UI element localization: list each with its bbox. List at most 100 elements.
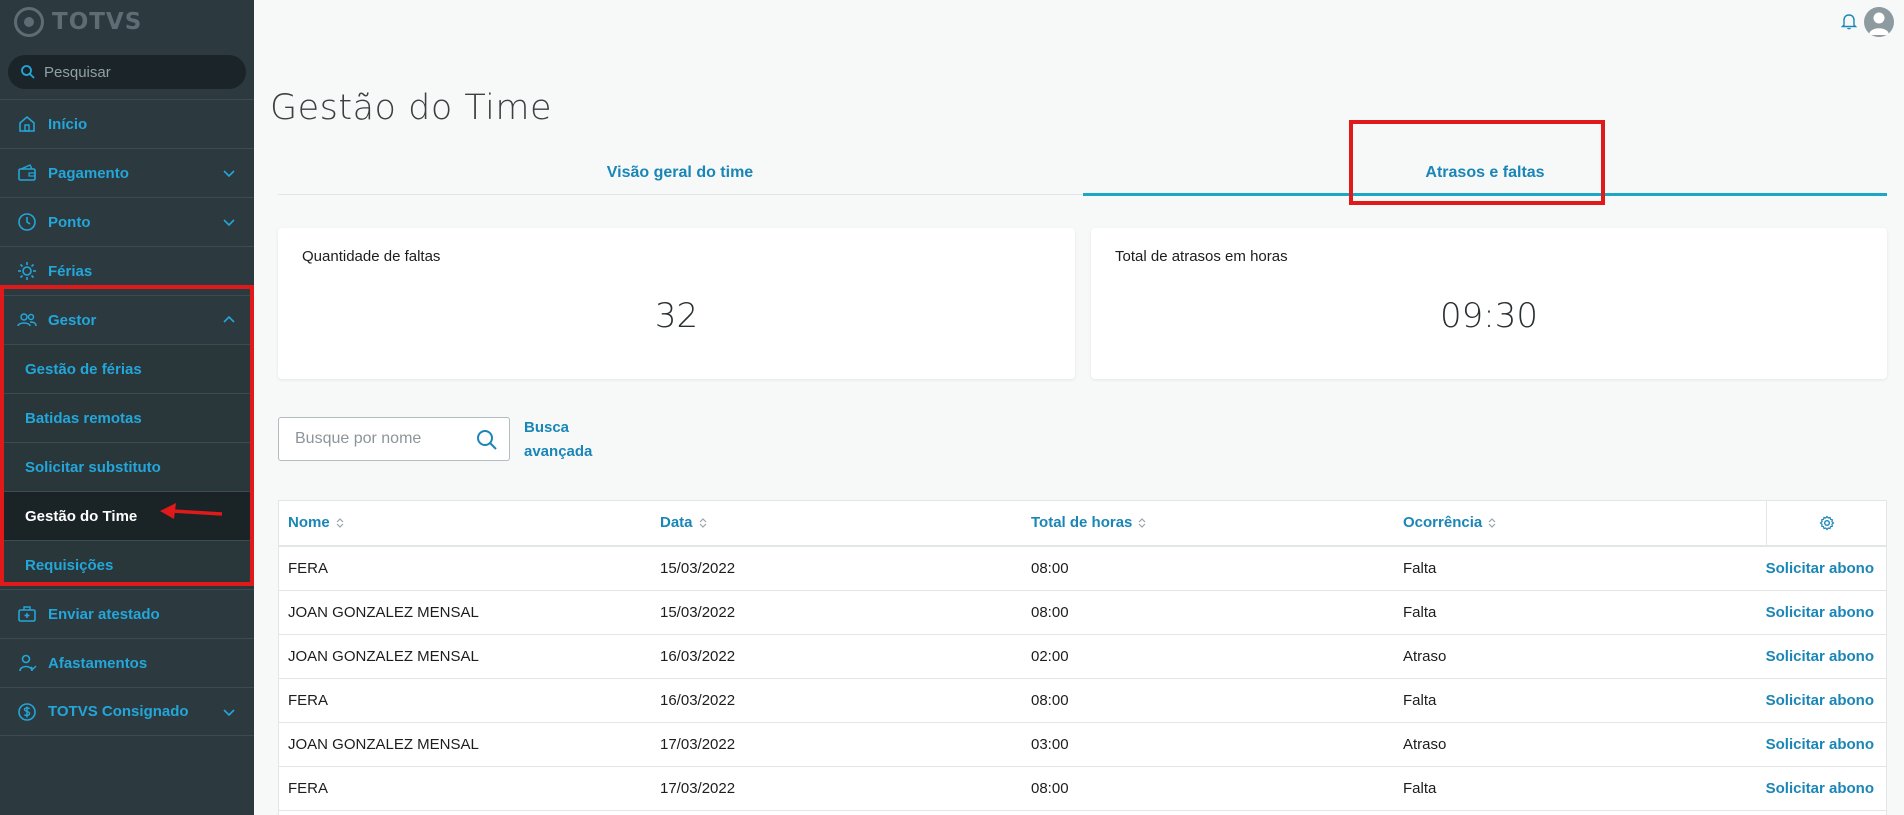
notification-bell-icon[interactable] [1841, 12, 1857, 30]
column-label: Ocorrência [1403, 514, 1483, 531]
cell-ocorrencia: Falta [1403, 560, 1437, 577]
cell-horas: 08:00 [1031, 604, 1069, 621]
sidebar-subitem-label: Batidas remotas [25, 409, 142, 427]
faltas-card: Quantidade de faltas 32 [278, 228, 1075, 379]
cell-data: 15/03/2022 [660, 560, 736, 577]
column-header-ocorrencia[interactable]: Ocorrência [1403, 501, 1496, 545]
solicitar-abono-link[interactable]: Solicitar abono [1766, 547, 1874, 591]
sidebar-item-label: Gestor [48, 311, 97, 329]
table-row: FERA 16/03/2022 08:00 Falta Solicitar ab… [279, 679, 1886, 723]
cell-data: 17/03/2022 [660, 736, 736, 753]
cell-data: 17/03/2022 [660, 780, 736, 797]
gear-icon [1819, 515, 1834, 531]
column-label: Total de horas [1031, 514, 1133, 531]
cell-ocorrencia: Falta [1403, 692, 1437, 709]
card-label: Total de atrasos em horas [1115, 248, 1288, 265]
sidebar-search-placeholder: Pesquisar [44, 63, 111, 81]
column-label: Data [660, 514, 693, 531]
cell-nome: FERA [288, 692, 329, 709]
sidebar-item-gestor[interactable]: Gestor [0, 295, 254, 344]
cell-nome: FERA [288, 560, 329, 577]
tab-atrasos-faltas[interactable]: Atrasos e faltas [1083, 155, 1887, 196]
sidebar-subitem-label: Gestão de férias [25, 360, 142, 378]
table-header: Nome Data Total de horas Ocorrência [279, 501, 1886, 547]
sidebar-item-label: Afastamentos [48, 654, 148, 672]
person-icon [19, 654, 37, 672]
column-header-nome[interactable]: Nome [288, 501, 344, 545]
totvs-logo-icon [14, 7, 44, 37]
sidebar-item-pagamento[interactable]: Pagamento [0, 148, 254, 197]
solicitar-abono-link[interactable]: Solicitar abono [1766, 635, 1874, 679]
dollar-icon [18, 702, 36, 721]
cell-horas: 08:00 [1031, 692, 1069, 709]
atrasos-card: Total de atrasos em horas 09:30 [1091, 228, 1887, 379]
user-avatar-icon [1869, 12, 1889, 35]
sidebar: TOTVS Pesquisar Início Pagamento Ponto F… [0, 0, 254, 815]
cell-horas: 02:00 [1031, 648, 1069, 665]
page-title: Gestão do Time [270, 88, 553, 128]
tab-bar: Visão geral do time Atrasos e faltas [278, 155, 1887, 196]
search-placeholder: Busque por nome [295, 430, 422, 447]
sidebar-item-label: Enviar atestado [48, 605, 160, 623]
sidebar-item-label: Pagamento [48, 164, 129, 182]
sidebar-item-totvs-consignado[interactable]: TOTVS Consignado [0, 687, 254, 736]
sidebar-item-label: Início [48, 115, 88, 133]
table-row: JOAN GONZALEZ MENSAL 15/03/2022 08:00 Fa… [279, 591, 1886, 635]
sidebar-item-afastamentos[interactable]: Afastamentos [0, 638, 254, 687]
column-header-total-horas[interactable]: Total de horas [1031, 501, 1146, 545]
tab-visao-geral[interactable]: Visão geral do time [278, 155, 1082, 195]
sidebar-item-inicio[interactable]: Início [0, 99, 254, 148]
cell-horas: 03:00 [1031, 736, 1069, 753]
cell-ocorrencia: Atraso [1403, 648, 1447, 665]
advanced-search-link[interactable]: Busca avançada [524, 416, 594, 464]
totvs-logo[interactable]: TOTVS [0, 0, 254, 44]
cell-ocorrencia: Atraso [1403, 736, 1447, 753]
sidebar-subitem-requisicoes[interactable]: Requisições [0, 540, 254, 589]
table-row: JOAN GONZALEZ MENSAL 17/03/2022 03:00 At… [279, 723, 1886, 767]
user-avatar[interactable] [1864, 7, 1894, 37]
name-search-input[interactable]: Busque por nome [278, 417, 510, 461]
cell-ocorrencia: Falta [1403, 780, 1437, 797]
sidebar-item-enviar-atestado[interactable]: Enviar atestado [0, 589, 254, 638]
cell-nome: JOAN GONZALEZ MENSAL [288, 736, 479, 753]
occurrences-table: Nome Data Total de horas Ocorrência FERA… [278, 500, 1887, 815]
medical-kit-icon [18, 606, 36, 622]
table-row: FERA 15/03/2022 08:00 Falta Solicitar ab… [279, 547, 1886, 591]
solicitar-abono-link[interactable]: Solicitar abono [1766, 591, 1874, 635]
chevron-up-icon [223, 315, 235, 323]
solicitar-abono-link[interactable]: Solicitar abono [1766, 679, 1874, 723]
cell-nome: JOAN GONZALEZ MENSAL [288, 648, 479, 665]
cell-horas: 08:00 [1031, 560, 1069, 577]
sidebar-subitem-label: Solicitar substituto [25, 458, 161, 476]
sidebar-item-ferias[interactable]: Férias [0, 246, 254, 295]
cell-data: 16/03/2022 [660, 692, 736, 709]
sort-icon [336, 518, 344, 528]
card-label: Quantidade de faltas [302, 248, 441, 265]
column-header-data[interactable]: Data [660, 501, 707, 545]
clock-icon [18, 213, 36, 231]
wallet-icon [18, 164, 36, 181]
table-settings-button[interactable] [1766, 501, 1886, 545]
cell-nome: JOAN GONZALEZ MENSAL [288, 604, 479, 621]
annotation-arrow-icon [160, 503, 223, 519]
sidebar-subitem-gestao-ferias[interactable]: Gestão de férias [0, 344, 254, 393]
chevron-down-icon [223, 170, 235, 178]
chevron-down-icon [223, 219, 235, 227]
chevron-down-icon [223, 709, 235, 717]
sidebar-subitem-solicitar-substituto[interactable]: Solicitar substituto [0, 442, 254, 491]
solicitar-abono-link[interactable]: Solicitar abono [1766, 723, 1874, 767]
sidebar-search[interactable]: Pesquisar [8, 55, 246, 89]
sidebar-subitem-batidas-remotas[interactable]: Batidas remotas [0, 393, 254, 442]
sidebar-item-ponto[interactable]: Ponto [0, 197, 254, 246]
table-row: FERA 17/03/2022 08:00 Falta Solicitar ab… [279, 767, 1886, 811]
search-icon[interactable] [475, 428, 499, 452]
sidebar-subitem-label: Requisições [25, 556, 114, 574]
column-label: Nome [288, 514, 330, 531]
search-icon [21, 65, 35, 79]
advanced-search-line1: Busca [524, 419, 570, 436]
solicitar-abono-link[interactable]: Solicitar abono [1766, 767, 1874, 811]
cell-ocorrencia: Falta [1403, 604, 1437, 621]
card-value: 32 [654, 296, 699, 336]
sidebar-subitem-label: Gestão do Time [25, 507, 138, 525]
users-icon [17, 313, 37, 327]
